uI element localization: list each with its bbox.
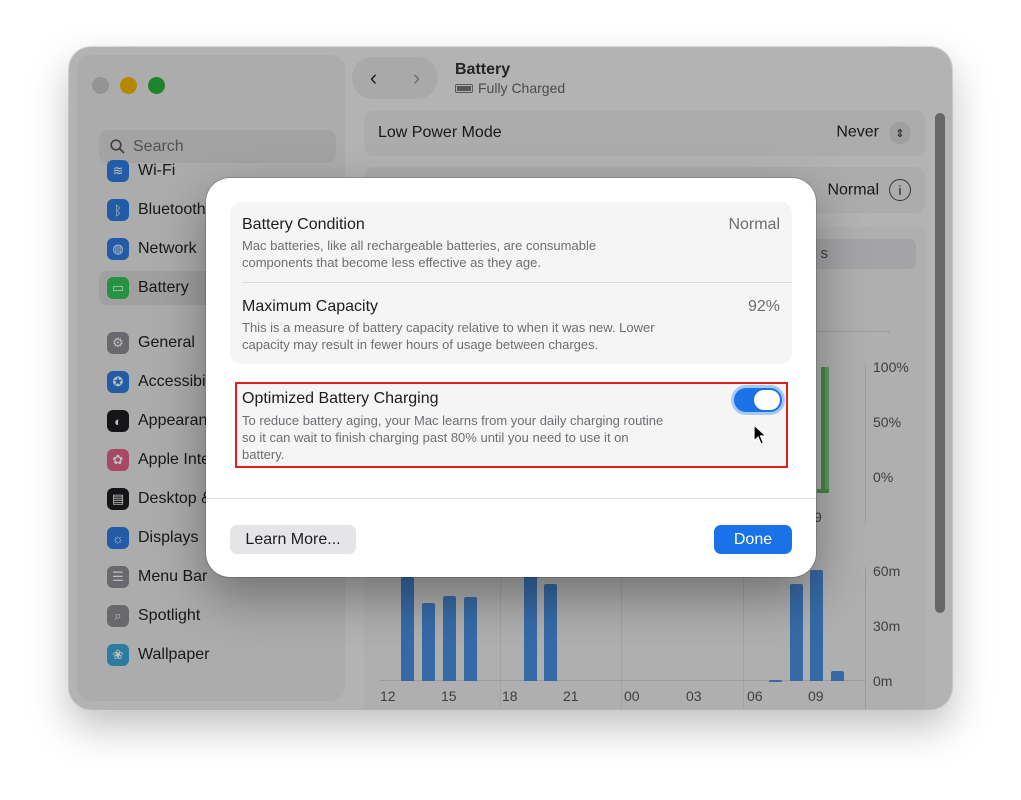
battery-condition-desc-2: components that become less effective as…	[242, 255, 541, 270]
maximum-capacity-value: 92%	[747, 298, 780, 315]
maximum-capacity-title: Maximum Capacity	[242, 298, 379, 315]
battery-health-dialog: Battery Condition Normal Mac batteries, …	[206, 178, 816, 577]
battery-condition-desc-1: Mac batteries, like all rechargeable bat…	[242, 238, 597, 253]
optimized-charging-desc-2: so it can wait to finish charging past 8…	[242, 430, 629, 445]
maximum-capacity-desc-2: capacity may result in fewer hours of us…	[242, 337, 599, 352]
battery-info-group: Battery Condition Normal Mac batteries, …	[230, 202, 792, 364]
optimized-charging-desc-3: battery.	[242, 447, 285, 462]
battery-condition-title: Battery Condition	[242, 216, 365, 233]
optimized-charging-title: Optimized Battery Charging	[242, 390, 439, 407]
optimized-charging-desc-1: To reduce battery aging, your Mac learns…	[242, 413, 664, 428]
done-button[interactable]: Done	[714, 525, 792, 554]
maximum-capacity-desc-1: This is a measure of battery capacity re…	[242, 320, 655, 335]
dialog-divider	[206, 498, 816, 499]
mouse-pointer-icon	[753, 424, 767, 445]
optimized-charging-toggle[interactable]	[734, 388, 782, 412]
toggle-knob	[754, 390, 780, 410]
battery-condition-value: Normal	[728, 216, 780, 233]
learn-more-button[interactable]: Learn More...	[230, 525, 356, 554]
separator	[242, 282, 792, 283]
